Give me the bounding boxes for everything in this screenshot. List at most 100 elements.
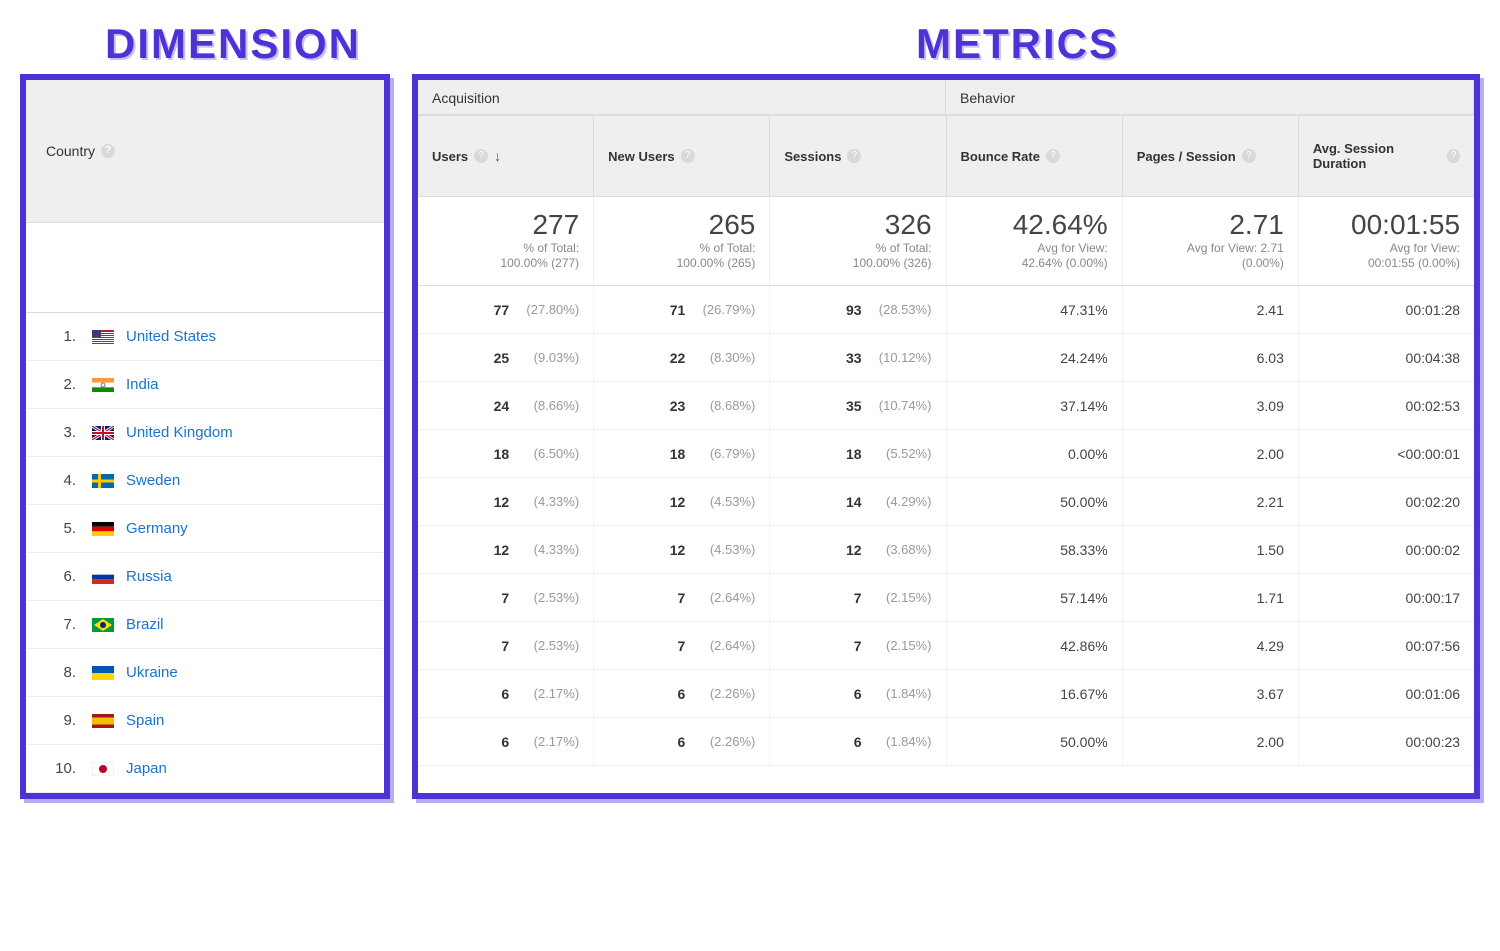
sort-desc-icon: ↓ <box>494 148 501 164</box>
metric-cell-bounce: 24.24% <box>947 334 1123 381</box>
metric-cell-pps: 1.71 <box>1123 574 1299 621</box>
country-link[interactable]: Brazil <box>126 616 164 633</box>
metric-cell-asd: 00:02:53 <box>1299 382 1474 429</box>
row-index: 4. <box>46 472 76 489</box>
metric-cell-pps: 1.50 <box>1123 526 1299 573</box>
column-group-acquisition: Acquisition <box>418 80 946 115</box>
metric-cell-bounce: 16.67% <box>947 670 1123 717</box>
column-header-sessions[interactable]: Sessions? <box>770 116 946 196</box>
column-header-label: Avg. Session Duration <box>1313 141 1441 171</box>
help-icon[interactable]: ? <box>1046 149 1060 163</box>
metric-cell-bounce: 58.33% <box>947 526 1123 573</box>
summary-cell-sessions: 326 % of Total: 100.00% (326) <box>770 197 946 285</box>
metric-cell-bounce: 37.14% <box>947 382 1123 429</box>
summary-subtext: 100.00% (265) <box>677 256 756 272</box>
dimension-header[interactable]: Country ? <box>26 80 384 223</box>
metric-cell-new_users: 12(4.53%) <box>594 478 770 525</box>
flag-icon <box>92 426 114 440</box>
metric-cell-bounce: 47.31% <box>947 286 1123 333</box>
country-link[interactable]: India <box>126 376 159 393</box>
table-row: 6(2.17%)6(2.26%)6(1.84%)50.00%2.0000:00:… <box>418 718 1474 766</box>
flag-icon <box>92 618 114 632</box>
metric-cell-pps: 2.00 <box>1123 718 1299 765</box>
metric-cell-asd: 00:00:02 <box>1299 526 1474 573</box>
column-header-label: Sessions <box>784 149 841 164</box>
metric-cell-new_users: 7(2.64%) <box>594 622 770 669</box>
help-icon[interactable]: ? <box>847 149 861 163</box>
country-link[interactable]: Sweden <box>126 472 180 489</box>
table-row: 9. Spain <box>26 697 384 745</box>
metric-cell-asd: 00:04:38 <box>1299 334 1474 381</box>
row-index: 5. <box>46 520 76 537</box>
metric-cell-new_users: 71(26.79%) <box>594 286 770 333</box>
summary-subtext: Avg for View: <box>1037 241 1107 257</box>
country-link[interactable]: Ukraine <box>126 664 178 681</box>
summary-value: 00:01:55 <box>1351 210 1460 241</box>
metric-cell-asd: 00:07:56 <box>1299 622 1474 669</box>
metric-cell-sessions: 93(28.53%) <box>770 286 946 333</box>
metric-cell-bounce: 57.14% <box>947 574 1123 621</box>
help-icon[interactable]: ? <box>474 149 488 163</box>
help-icon[interactable]: ? <box>1447 149 1460 163</box>
flag-icon <box>92 762 114 776</box>
summary-subtext: % of Total: <box>700 241 756 257</box>
summary-subtext: (0.00%) <box>1242 256 1284 272</box>
summary-value: 42.64% <box>1013 210 1108 241</box>
row-index: 8. <box>46 664 76 681</box>
row-index: 2. <box>46 376 76 393</box>
column-header-label: Users <box>432 149 468 164</box>
metric-cell-new_users: 6(2.26%) <box>594 718 770 765</box>
column-header-asd[interactable]: Avg. Session Duration? <box>1299 116 1474 196</box>
summary-subtext: Avg for View: <box>1390 241 1460 257</box>
country-link[interactable]: Russia <box>126 568 172 585</box>
metric-cell-pps: 3.67 <box>1123 670 1299 717</box>
table-row: 12(4.33%)12(4.53%)14(4.29%)50.00%2.2100:… <box>418 478 1474 526</box>
annotation-dimension: DIMENSION <box>105 20 361 68</box>
dimension-panel: Country ? 1. United States 2. India 3. U… <box>20 74 390 799</box>
metric-cell-users: 7(2.53%) <box>418 622 594 669</box>
summary-subtext: 42.64% (0.00%) <box>1022 256 1108 272</box>
summary-value: 326 <box>885 210 932 241</box>
metric-cell-sessions: 35(10.74%) <box>770 382 946 429</box>
country-link[interactable]: Germany <box>126 520 188 537</box>
metric-cell-asd: 00:02:20 <box>1299 478 1474 525</box>
help-icon[interactable]: ? <box>681 149 695 163</box>
metric-cell-pps: 2.41 <box>1123 286 1299 333</box>
table-row: 25(9.03%)22(8.30%)33(10.12%)24.24%6.0300… <box>418 334 1474 382</box>
flag-icon <box>92 666 114 680</box>
metric-cell-sessions: 6(1.84%) <box>770 670 946 717</box>
metric-cell-bounce: 42.86% <box>947 622 1123 669</box>
metric-cell-pps: 6.03 <box>1123 334 1299 381</box>
column-header-label: Pages / Session <box>1137 149 1236 164</box>
metric-cell-sessions: 12(3.68%) <box>770 526 946 573</box>
help-icon[interactable]: ? <box>1242 149 1256 163</box>
dimension-header-label: Country <box>46 143 95 159</box>
metric-cell-new_users: 6(2.26%) <box>594 670 770 717</box>
table-row: 12(4.33%)12(4.53%)12(3.68%)58.33%1.5000:… <box>418 526 1474 574</box>
column-header-new_users[interactable]: New Users? <box>594 116 770 196</box>
table-row: 1. United States <box>26 313 384 361</box>
row-index: 6. <box>46 568 76 585</box>
help-icon[interactable]: ? <box>101 144 115 158</box>
row-index: 1. <box>46 328 76 345</box>
summary-subtext: 100.00% (326) <box>853 256 932 272</box>
column-header-users[interactable]: Users? ↓ <box>418 116 594 196</box>
row-index: 7. <box>46 616 76 633</box>
country-link[interactable]: United States <box>126 328 216 345</box>
table-row: 7. Brazil <box>26 601 384 649</box>
table-row: 24(8.66%)23(8.68%)35(10.74%)37.14%3.0900… <box>418 382 1474 430</box>
summary-cell-new_users: 265 % of Total: 100.00% (265) <box>594 197 770 285</box>
summary-cell-pps: 2.71 Avg for View: 2.71 (0.00%) <box>1123 197 1299 285</box>
country-link[interactable]: United Kingdom <box>126 424 233 441</box>
metric-cell-users: 6(2.17%) <box>418 670 594 717</box>
country-link[interactable]: Spain <box>126 712 164 729</box>
metric-cell-bounce: 0.00% <box>947 430 1123 477</box>
column-header-bounce[interactable]: Bounce Rate? <box>947 116 1123 196</box>
column-header-pps[interactable]: Pages / Session? <box>1123 116 1299 196</box>
country-link[interactable]: Japan <box>126 760 167 777</box>
flag-icon <box>92 522 114 536</box>
summary-value: 265 <box>709 210 756 241</box>
column-header-label: Bounce Rate <box>961 149 1040 164</box>
table-row: 6. Russia <box>26 553 384 601</box>
summary-subtext: Avg for View: 2.71 <box>1187 241 1284 257</box>
